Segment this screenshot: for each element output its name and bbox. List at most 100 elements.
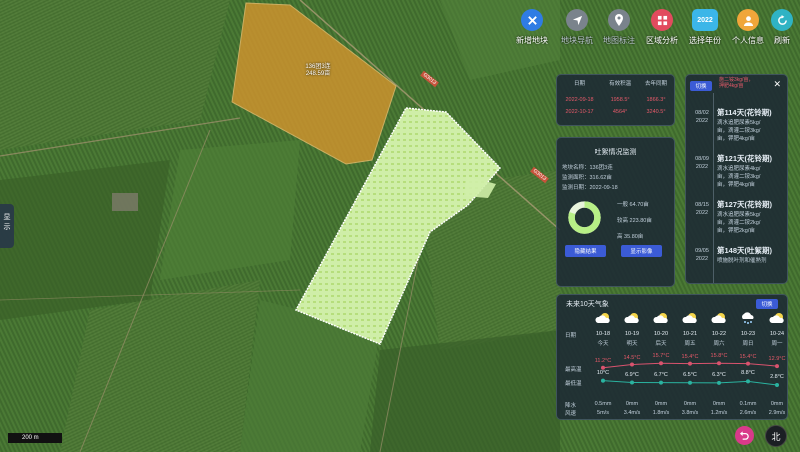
low-temp-line-point [717, 380, 721, 385]
close-icon[interactable]: ✕ [773, 79, 781, 90]
donut-chart [568, 201, 601, 234]
toolbar-button-label: 地块导航 [561, 36, 593, 45]
cloudy-icon [763, 311, 787, 324]
user-icon [737, 9, 759, 31]
toolbar-button-2[interactable]: 地图标注 [595, 6, 643, 50]
close-cross-icon [521, 9, 543, 31]
compass-north-button[interactable]: 北 [765, 425, 787, 447]
weather-day: 10-20 后天 [647, 311, 675, 347]
high-temp-label: 15.8°C [710, 353, 728, 360]
timeline-title[interactable]: 第114天(花铃期) [717, 107, 772, 118]
row-last-year: 1866.3° [646, 97, 666, 103]
weather-weekday: 周日 [742, 341, 754, 347]
toolbar-button-4[interactable]: 2022 选择年份 [681, 6, 729, 50]
column-header-last-year: 去年同期 [645, 81, 668, 87]
weather-day: 10-22 周六 [705, 311, 733, 347]
toolbar-button-label: 区域分析 [646, 36, 678, 45]
low-temp-label: 6.5°C [683, 371, 697, 378]
weather-switch-button[interactable]: 切换 [756, 299, 778, 309]
row-date: 2022-09-18 [565, 97, 594, 103]
high-temp-label: 15.4°C [681, 353, 699, 360]
wind-value: 3.8m/s [681, 410, 699, 416]
cloudy-icon [676, 311, 704, 324]
year-badge-icon: 2022 [692, 9, 718, 31]
low-temp-label: 6.7°C [654, 371, 668, 378]
high-temp-line-point [659, 361, 663, 366]
show-panel-tab[interactable]: 显 示 [0, 204, 14, 248]
weather-weekday: 明天 [626, 341, 638, 347]
wind-value: 1.8m/s [652, 410, 670, 416]
top-toolbar: 新增地块 地块导航 地图标注 区域分析 2022 选择年份 个人信息 刷新 [508, 6, 800, 50]
wind-value: 2.6m/s [739, 410, 757, 416]
low-temp-line [602, 380, 778, 386]
table-row: 2022-09-18 1958.5° 1866.3° [557, 94, 674, 106]
cloudy-icon [589, 311, 617, 324]
weather-weekday: 今天 [597, 341, 609, 347]
weather-day: 10-24 周一 [763, 311, 787, 347]
plot-name: 地块名称：136团3连 [562, 165, 613, 171]
weather-forecast-panel: 未来10天气象 切换 日期 最高温 最低温 降水 风速 10-18 今天 11.2°… [556, 294, 788, 420]
timeline-title[interactable]: 第121天(花铃期) [717, 153, 772, 164]
low-temp-label: 10°C [596, 369, 610, 376]
timeline-title[interactable]: 第148天(吐絮期) [717, 245, 772, 256]
weather-date: 10-22 [711, 331, 727, 337]
boll-opening-monitor-panel: 吐絮情况监测 地块名称：136团3连 监测面积：316.62亩 监测日期：202… [556, 137, 675, 287]
timeline-date: 08/09 2022 [695, 156, 709, 170]
high-temp-line-point [688, 361, 692, 366]
toolbar-button-6[interactable]: 刷新 [758, 6, 800, 50]
navigation-arrow-icon [566, 9, 588, 31]
hide-result-button[interactable]: 隐藏结果 [565, 245, 606, 257]
row-label-low: 最低温 [565, 381, 582, 387]
weather-day: 10-19 明天 [618, 311, 646, 347]
weather-weekday: 周六 [713, 341, 725, 347]
weather-date: 10-23 [740, 331, 756, 337]
timeline-date: 08/15 2022 [695, 202, 709, 216]
timeline-body: 滴水追肥尿素4kg/亩，滴灌二铵3kg/亩，钾肥4kg/亩 [717, 166, 761, 188]
high-temp-label: 11.2°C [594, 357, 612, 364]
high-temp-line-point [746, 361, 750, 366]
toolbar-button-1[interactable]: 地块导航 [553, 6, 601, 50]
timeline-title[interactable]: 第127天(花铃期) [717, 199, 772, 210]
cloudy-icon [705, 311, 733, 324]
rain-value: 0mm [712, 401, 726, 407]
column-header-date: 日期 [574, 81, 586, 87]
toolbar-button-label: 新增地块 [516, 36, 548, 45]
low-temp-line-point [746, 379, 750, 384]
toolbar-button-label: 刷新 [774, 36, 790, 45]
wind-value: 3.4m/s [623, 410, 641, 416]
row-label-high: 最高温 [565, 367, 582, 373]
show-image-button[interactable]: 显示影像 [621, 245, 662, 257]
toolbar-button-0[interactable]: 新增地块 [508, 6, 556, 50]
back-arrow-icon[interactable] [735, 426, 754, 445]
field-name-label: 136团3连 248.59亩 [305, 64, 331, 77]
row-value: 1958.5° [610, 97, 630, 103]
timeline-switch-button[interactable]: 切换 [690, 81, 712, 91]
rain-value: 0mm [770, 401, 784, 407]
low-temp-line-point [630, 380, 634, 385]
weather-day: 10-18 今天 [589, 311, 617, 347]
high-temp-line-point [717, 361, 721, 366]
weather-weekday: 周五 [684, 341, 696, 347]
row-value: 4564° [612, 109, 628, 115]
toolbar-button-3[interactable]: 区域分析 [638, 6, 686, 50]
timeline-date: 09/05 2022 [695, 248, 709, 262]
grid-icon [651, 9, 673, 31]
low-temp-line-point [659, 380, 663, 385]
cloudy-icon [647, 311, 675, 324]
weather-date: 10-21 [682, 331, 698, 337]
growth-timeline-panel[interactable]: 切换 ✕ 施二铵3kg/亩， 押肥4kg/亩 08/02 2022 第114天(花铃… [685, 74, 788, 284]
high-temp-label: 15.7°C [652, 353, 670, 360]
low-temp-label: 8.8°C [741, 370, 755, 377]
weather-date: 10-24 [769, 331, 785, 337]
panel-title: 吐絮情况监测 [594, 149, 637, 156]
high-temp-line-point [775, 364, 779, 369]
toolbar-button-label: 地图标注 [603, 36, 635, 45]
accumulated-temperature-panel: 日期 有效积温 去年同期 2022-09-18 1958.5° 1866.3° … [556, 74, 675, 126]
timeline-body: 滴水追肥尿素5kg/亩，滴灌二铵2kg/亩，钾肥2kg/亩 [717, 212, 761, 234]
rain-value: 0.5mm [594, 401, 612, 407]
legend-general: 一般 64.70亩 [617, 202, 649, 208]
monitor-area: 监测面积：316.62亩 [562, 175, 612, 181]
row-label-rain: 降水 [565, 403, 577, 409]
low-temp-line-point [775, 383, 779, 387]
map-pin-icon [608, 9, 630, 31]
